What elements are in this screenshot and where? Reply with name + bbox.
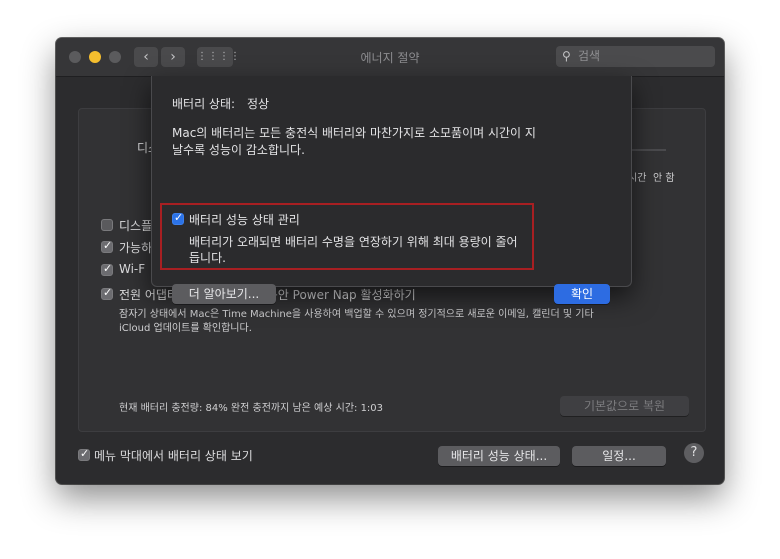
battery-description-line1: Mac의 배터리는 모든 충전식 배터리와 마찬가지로 소모품이며 시간이 지 [172, 126, 536, 140]
manage-battery-description-line2: 듭니다. [189, 251, 226, 265]
slider-track-partial[interactable] [630, 149, 666, 151]
search-placeholder: 검색 [578, 49, 601, 63]
battery-status-value: 정상 [247, 97, 270, 111]
show-battery-menubar-label: 메뉴 막대에서 배터리 상태 보기 [94, 449, 253, 463]
energy-saver-window: ‹ › ⋮⋮⋮⋮ 에너지 절약 ⚲ 검색 디스 시간 안 함 디스플 가능하 W… [56, 38, 724, 484]
power-nap-checkbox[interactable] [101, 286, 113, 300]
battery-description-line2: 날수록 성능이 감소합니다. [172, 143, 305, 157]
manage-battery-health-checkbox[interactable] [172, 211, 184, 225]
help-button[interactable]: ? [684, 443, 704, 463]
wake-network-label: Wi-F [119, 262, 146, 276]
battery-charge-status: 현재 배터리 충전량: 84% 완전 충전까지 남은 예상 시간: 1:03 [119, 403, 384, 414]
power-nap-description-line1: 잠자기 상태에서 Mac은 Time Machine을 사용하여 백업할 수 있… [119, 309, 594, 320]
battery-health-button[interactable]: 배터리 성능 상태... [438, 446, 560, 466]
show-battery-menubar-checkbox[interactable] [78, 447, 90, 461]
search-field[interactable]: ⚲ 검색 [556, 46, 715, 67]
schedule-button[interactable]: 일정... [572, 446, 666, 466]
restore-defaults-button[interactable]: 기본값으로 복원 [560, 396, 689, 416]
search-icon: ⚲ [562, 49, 571, 63]
battery-status-label: 배터리 상태: [172, 97, 236, 111]
title-bar: ‹ › ⋮⋮⋮⋮ 에너지 절약 ⚲ 검색 [56, 38, 724, 77]
hard-disk-sleep-checkbox[interactable] [101, 239, 113, 253]
manage-battery-description-line1: 배터리가 오래되면 배터리 수명을 연장하기 위해 최대 용량이 줄어 [189, 235, 518, 249]
display-dim-checkbox[interactable] [101, 219, 113, 231]
learn-more-button[interactable]: 더 알아보기... [172, 284, 276, 304]
manage-battery-health-label: 배터리 성능 상태 관리 [189, 213, 300, 227]
display-dim-label: 디스플 [119, 219, 153, 233]
hard-disk-sleep-label: 가능하 [119, 241, 153, 255]
battery-health-sheet: 배터리 상태: 정상 Mac의 배터리는 모든 충전식 배터리와 마찬가지로 소… [151, 76, 632, 304]
slider-label-never: 안 함 [653, 173, 675, 184]
ok-button[interactable]: 확인 [554, 284, 610, 304]
wake-network-checkbox[interactable] [101, 262, 113, 276]
power-nap-description-line2: iCloud 업데이트를 확인합니다. [119, 323, 252, 334]
